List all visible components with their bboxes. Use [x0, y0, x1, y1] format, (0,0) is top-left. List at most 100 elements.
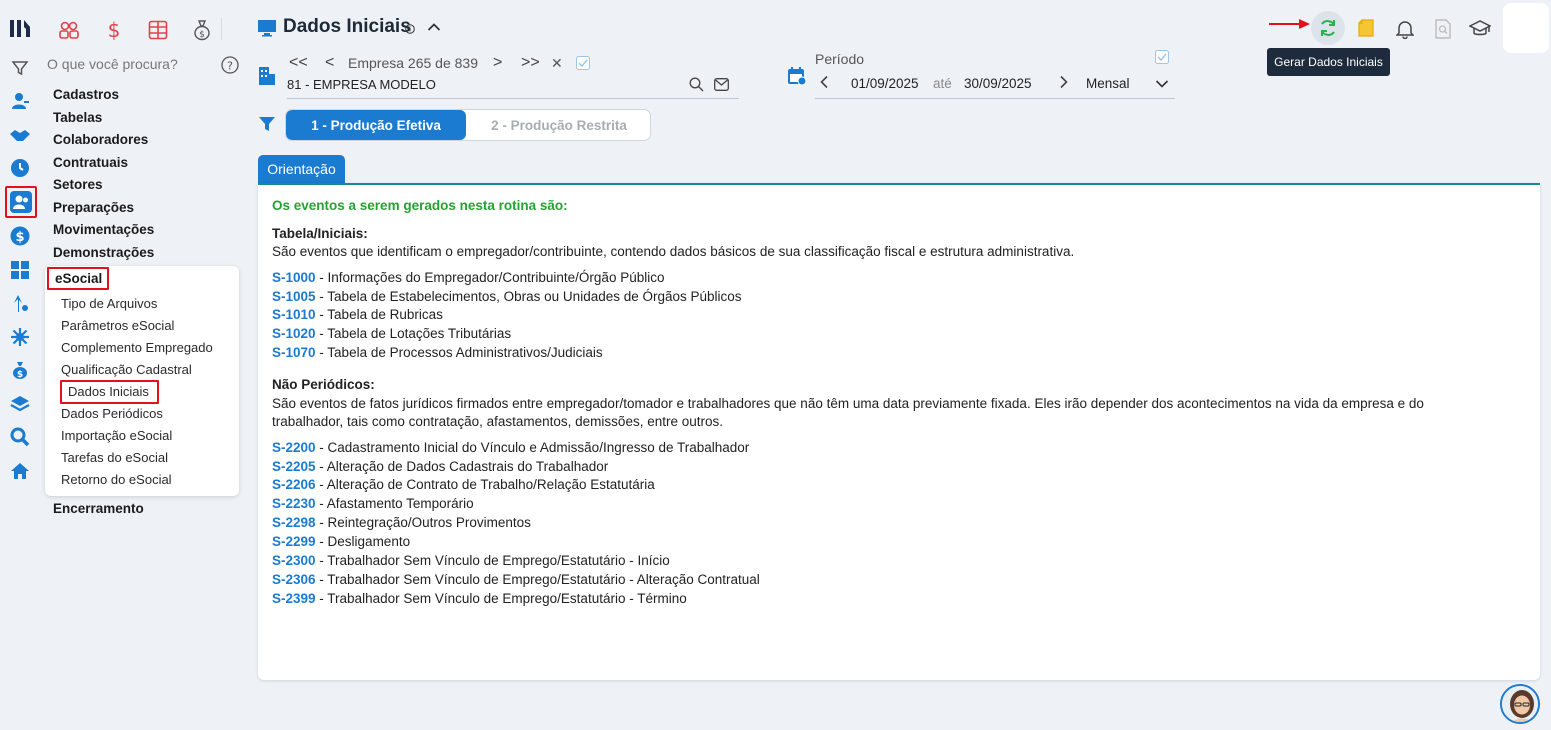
money-bag-icon[interactable]: $ [8, 358, 32, 382]
handshake-icon[interactable] [8, 123, 32, 147]
bell-icon[interactable] [1396, 19, 1414, 39]
user-panel[interactable] [1503, 3, 1549, 53]
submenu-retorno-esocial[interactable]: Retorno do eSocial [61, 472, 172, 487]
person-register-icon[interactable] [8, 89, 32, 113]
growth-icon[interactable] [8, 291, 32, 315]
menu-item-colaboradores[interactable]: Colaboradores [53, 132, 148, 147]
event-row: S-1070 - Tabela de Processos Administrat… [272, 345, 603, 360]
tab-producao-restrita[interactable]: 2 - Produção Restrita [466, 110, 650, 140]
highlight-esocial [47, 267, 109, 290]
event-code[interactable]: S-1020 [272, 326, 316, 341]
event-code[interactable]: S-1070 [272, 345, 316, 360]
people-group-icon[interactable] [54, 16, 84, 44]
event-code[interactable]: S-2399 [272, 591, 316, 606]
assistant-avatar[interactable] [1500, 684, 1540, 724]
menu-item-cadastros[interactable]: Cadastros [53, 87, 119, 102]
empresa-prev-button[interactable]: < [325, 54, 334, 72]
event-code[interactable]: S-2306 [272, 572, 316, 587]
event-desc: - Tabela de Estabelecimentos, Obras ou U… [315, 289, 742, 304]
periodo-start[interactable]: 01/09/2025 [851, 76, 919, 91]
app-logo-icon[interactable] [8, 16, 32, 40]
event-code[interactable]: S-2298 [272, 515, 316, 530]
periodo-prev-button[interactable] [819, 75, 829, 89]
chevron-down-icon[interactable] [1155, 79, 1169, 89]
event-code[interactable]: S-2206 [272, 477, 316, 492]
event-desc: - Cadastramento Inicial do Vínculo e Adm… [315, 440, 750, 455]
empresa-checkbox[interactable] [576, 56, 590, 70]
event-code[interactable]: S-1010 [272, 307, 316, 322]
event-code[interactable]: S-2299 [272, 534, 316, 549]
collapse-icon[interactable] [427, 22, 441, 32]
refresh-button[interactable] [1311, 11, 1345, 45]
layers-icon[interactable] [8, 392, 32, 416]
section1-description: São eventos que identificam o empregador… [272, 244, 1075, 259]
periodo-next-button[interactable] [1059, 75, 1069, 89]
home-icon[interactable] [8, 459, 32, 483]
menu-item-preparacoes[interactable]: Preparações [53, 200, 134, 215]
submenu-parametros-esocial[interactable]: Parâmetros eSocial [61, 318, 174, 333]
empresa-name: 81 - EMPRESA MODELO [287, 77, 436, 92]
event-code[interactable]: S-2205 [272, 459, 316, 474]
tab-orientacao[interactable]: Orientação [258, 155, 345, 183]
menu-search-input[interactable]: O que você procura? [47, 56, 178, 72]
tab-producao-efetiva[interactable]: 1 - Produção Efetiva [286, 110, 466, 140]
event-row: S-1020 - Tabela de Lotações Tributárias [272, 326, 511, 341]
people-module-icon[interactable] [5, 186, 37, 218]
calculator-icon[interactable] [8, 258, 32, 282]
calendar-icon [787, 66, 807, 86]
event-desc: - Trabalhador Sem Vínculo de Emprego/Est… [315, 572, 760, 587]
search-module-icon[interactable] [8, 425, 32, 449]
periodo-checkbox[interactable] [1155, 50, 1169, 64]
event-row: S-1000 - Informações do Empregador/Contr… [272, 270, 664, 285]
event-code[interactable]: S-2230 [272, 496, 316, 511]
event-desc: - Alteração de Contrato de Trabalho/Rela… [315, 477, 655, 492]
dollar-icon[interactable]: $ [8, 224, 32, 248]
empresa-first-button[interactable]: << [289, 54, 308, 72]
mail-icon[interactable] [714, 78, 729, 91]
spreadsheet-icon[interactable] [143, 16, 173, 44]
event-row: S-2200 - Cadastramento Inicial do Víncul… [272, 440, 749, 455]
event-code[interactable]: S-1000 [272, 270, 316, 285]
submenu-qualificacao-cadastral[interactable]: Qualificação Cadastral [61, 362, 192, 377]
event-code[interactable]: S-2300 [272, 553, 316, 568]
submenu-tarefas-esocial[interactable]: Tarefas do eSocial [61, 450, 168, 465]
note-icon[interactable] [1356, 18, 1376, 38]
menu-item-contratuais[interactable]: Contratuais [53, 155, 128, 170]
info-icon[interactable] [405, 24, 415, 34]
periodo-end[interactable]: 30/09/2025 [964, 76, 1032, 91]
clock-icon[interactable] [8, 156, 32, 180]
menu-item-movimentacoes[interactable]: Movimentações [53, 222, 154, 237]
event-code[interactable]: S-2200 [272, 440, 316, 455]
dollar-module-icon[interactable]: $ [99, 16, 129, 44]
event-code[interactable]: S-1005 [272, 289, 316, 304]
menu-item-setores[interactable]: Setores [53, 177, 103, 192]
empresa-last-button[interactable]: >> [521, 54, 540, 72]
refresh-icon [1321, 20, 1335, 36]
network-icon[interactable] [8, 325, 32, 349]
filter-icon[interactable] [8, 56, 32, 80]
menu-item-demonstracoes[interactable]: Demonstrações [53, 245, 154, 260]
money-bag-module-icon[interactable]: $ [187, 16, 217, 44]
menu-item-tabelas[interactable]: Tabelas [53, 110, 102, 125]
section1-title: Tabela/Iniciais: [272, 226, 368, 241]
event-row: S-2206 - Alteração de Contrato de Trabal… [272, 477, 655, 492]
funnel-icon[interactable] [258, 115, 276, 133]
event-desc: - Afastamento Temporário [315, 496, 474, 511]
menu-item-encerramento[interactable]: Encerramento [53, 501, 144, 516]
graduation-cap-icon[interactable] [1469, 19, 1491, 39]
empresa-search-icon[interactable] [689, 77, 704, 92]
submenu-dados-periodicos[interactable]: Dados Periódicos [61, 406, 163, 421]
submenu-importacao-esocial[interactable]: Importação eSocial [61, 428, 172, 443]
document-search-icon[interactable] [1434, 19, 1452, 39]
submenu-tipo-arquivos[interactable]: Tipo de Arquivos [61, 296, 157, 311]
submenu-complemento-empregado[interactable]: Complemento Empregado [61, 340, 213, 355]
svg-text:$: $ [17, 370, 23, 380]
periodo-type-select[interactable]: Mensal [1086, 76, 1130, 91]
empresa-next-button[interactable]: > [493, 54, 502, 72]
empresa-close-button[interactable]: ✕ [551, 55, 563, 72]
event-row: S-2298 - Reintegração/Outros Provimentos [272, 515, 531, 530]
help-icon[interactable]: ? [221, 56, 239, 74]
svg-text:?: ? [227, 60, 233, 73]
generate-tooltip: Gerar Dados Iniciais [1267, 48, 1390, 76]
event-row: S-2230 - Afastamento Temporário [272, 496, 474, 511]
